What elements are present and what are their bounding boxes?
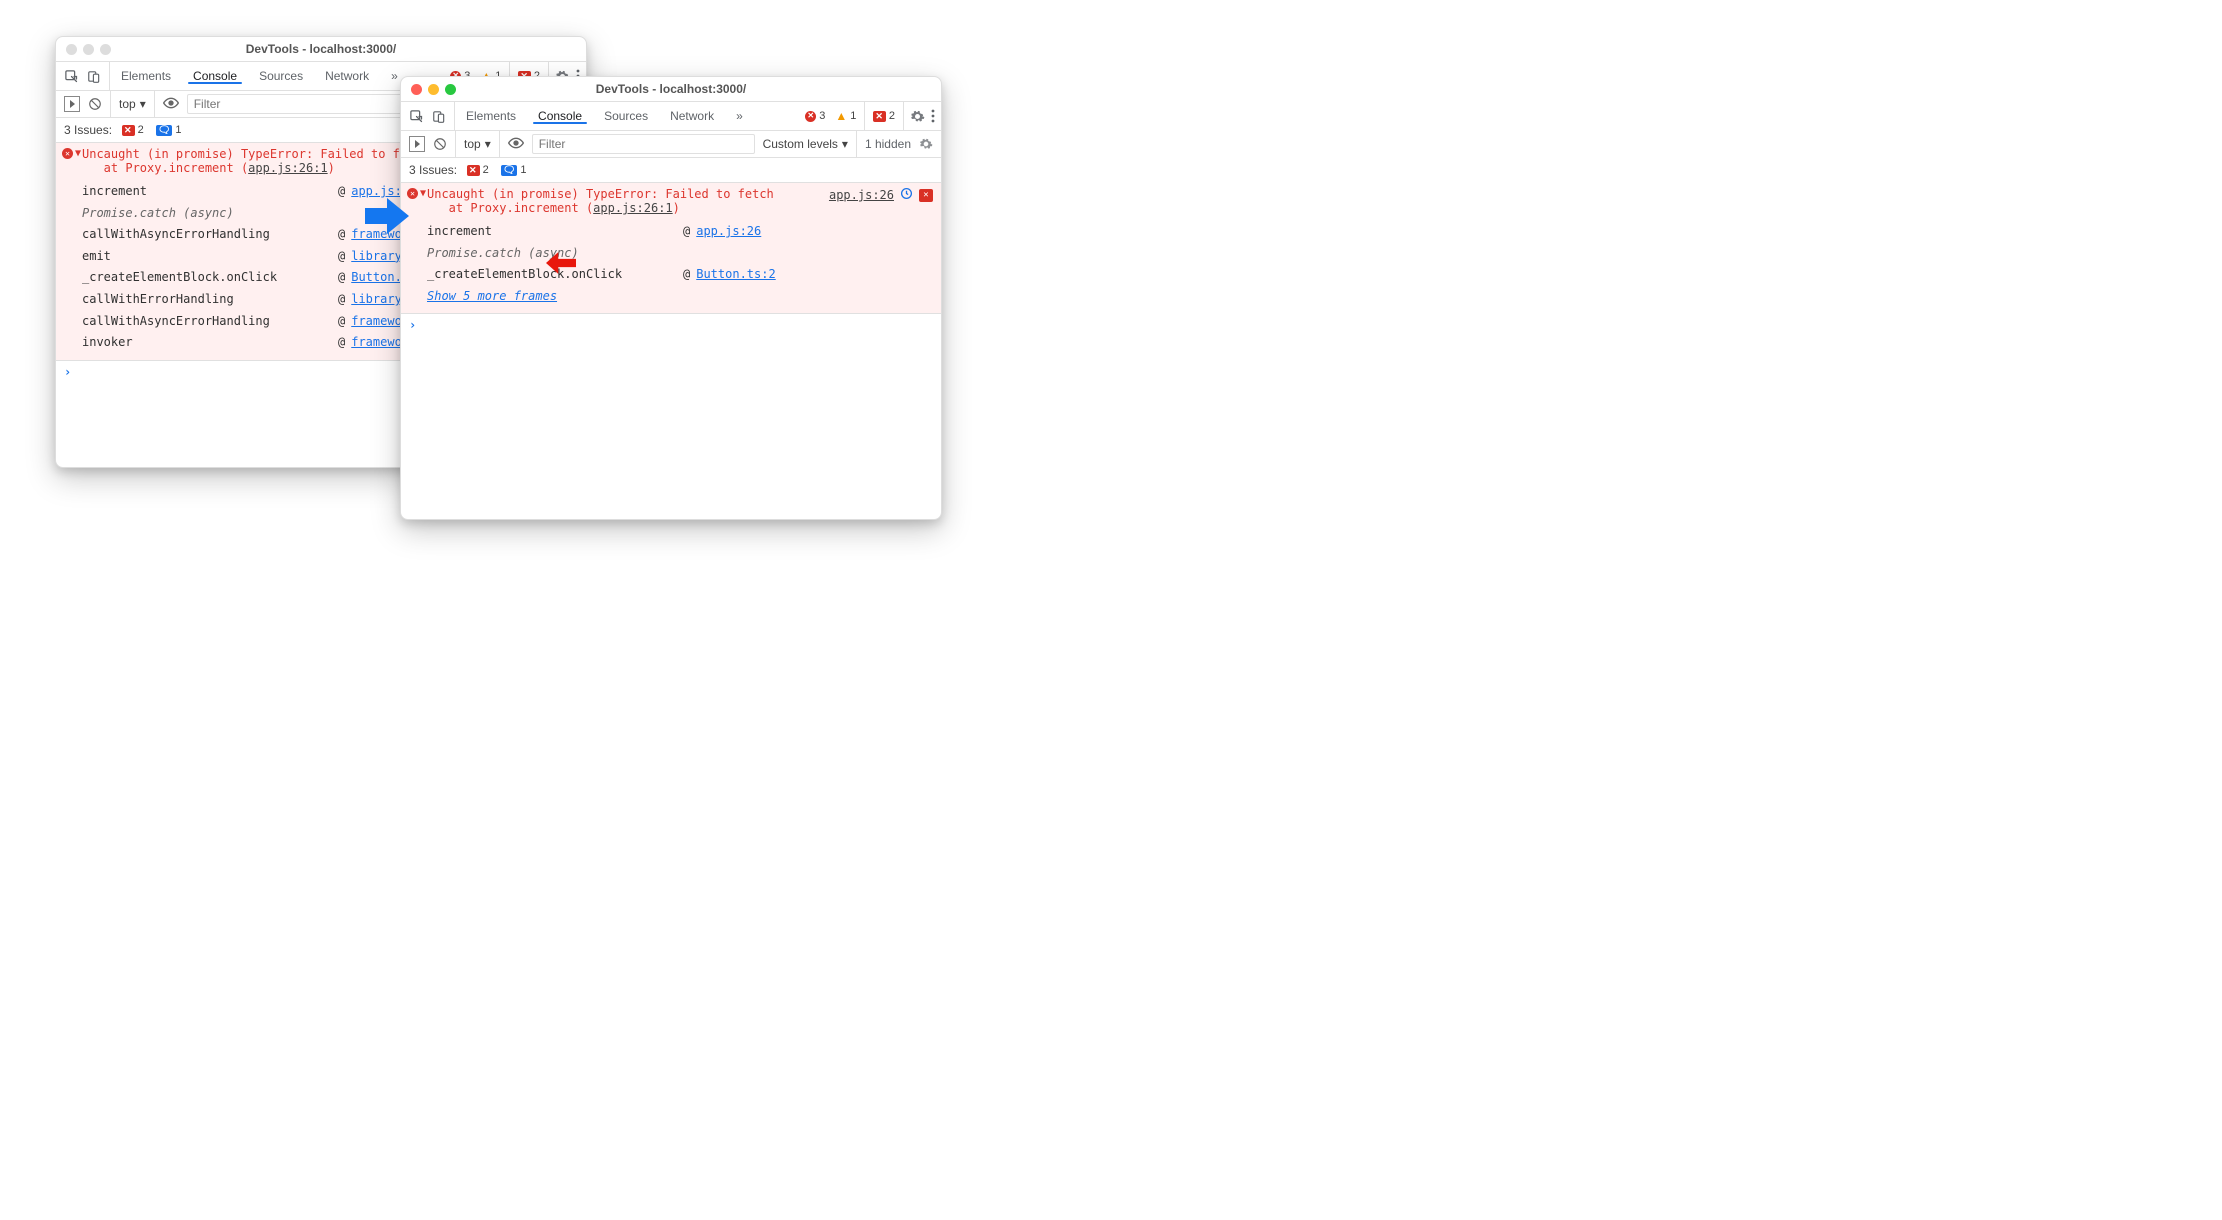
gear-icon[interactable] xyxy=(910,109,925,124)
device-toggle-icon[interactable] xyxy=(432,109,446,124)
disclosure-triangle[interactable]: ▼ xyxy=(420,188,426,199)
frame-at: @ xyxy=(683,221,690,243)
error-icon: ✕ xyxy=(407,188,418,199)
frame-function: _createElementBlock.onClick xyxy=(82,267,332,289)
inspect-icon[interactable] xyxy=(64,69,79,84)
frame-function: callWithAsyncErrorHandling xyxy=(82,224,332,246)
context-selector[interactable]: top▾ xyxy=(464,137,491,151)
reload-icon[interactable] xyxy=(900,187,913,203)
frame-function: increment xyxy=(82,181,332,203)
source-link[interactable]: app.js:26:1 xyxy=(248,161,327,175)
error-icon: ✕ xyxy=(62,148,73,159)
tab-elements[interactable]: Elements xyxy=(455,109,527,123)
issue-count-err: 2 xyxy=(138,124,144,136)
frame-at: @ xyxy=(338,332,345,354)
window-controls[interactable] xyxy=(56,44,136,55)
tab-network[interactable]: Network xyxy=(659,109,725,123)
live-expression-icon[interactable] xyxy=(163,97,179,112)
frame-at: @ xyxy=(683,264,690,286)
disclosure-triangle[interactable]: ▼ xyxy=(75,148,81,159)
issue-count-err: 2 xyxy=(483,164,489,176)
device-toggle-icon[interactable] xyxy=(87,69,101,84)
clear-console-icon[interactable] xyxy=(88,97,102,111)
issue-count-msg: 1 xyxy=(175,124,181,136)
window-controls[interactable] xyxy=(401,84,481,95)
frame-at: @ xyxy=(338,311,345,333)
filter-input[interactable] xyxy=(532,134,755,154)
traffic-dot xyxy=(83,44,94,55)
hidden-count[interactable]: 1 hidden xyxy=(865,137,911,151)
tab-sources[interactable]: Sources xyxy=(593,109,659,123)
close-icon[interactable] xyxy=(411,84,422,95)
frame-at: @ xyxy=(338,246,345,268)
source-link[interactable]: app.js:26 xyxy=(829,188,894,202)
live-expression-icon[interactable] xyxy=(508,137,524,152)
frame-at: @ xyxy=(338,267,345,289)
traffic-dot xyxy=(100,44,111,55)
frame-at: @ xyxy=(338,224,345,246)
issues-label: 3 Issues: xyxy=(409,163,457,177)
error-message: ✕ ▼ app.js:26 ✕ Uncaught (in promise) Ty… xyxy=(401,183,941,314)
frame-source-link[interactable]: Button.ts:2 xyxy=(696,264,775,286)
context-selector[interactable]: top▾ xyxy=(119,97,146,111)
tab-console[interactable]: Console xyxy=(182,69,248,83)
tab-elements[interactable]: Elements xyxy=(110,69,182,83)
show-more-frames-link[interactable]: Show 5 more frames xyxy=(427,286,935,308)
clear-console-icon[interactable] xyxy=(433,137,447,151)
frame-function: callWithErrorHandling xyxy=(82,289,332,311)
console-output: ✕ ▼ app.js:26 ✕ Uncaught (in promise) Ty… xyxy=(401,183,941,519)
window-title: DevTools - localhost:3000/ xyxy=(401,82,941,96)
frame-function: Promise.catch (async) xyxy=(82,203,234,225)
console-filter-bar: top▾ Custom levels▾ 1 hidden xyxy=(401,131,941,158)
issue-count-msg: 1 xyxy=(520,164,526,176)
tab-network[interactable]: Network xyxy=(314,69,380,83)
toggle-console-drawer-icon[interactable] xyxy=(64,96,80,112)
toggle-console-drawer-icon[interactable] xyxy=(409,136,425,152)
frame-at: @ xyxy=(338,181,345,203)
zoom-icon[interactable] xyxy=(445,84,456,95)
tab-console[interactable]: Console xyxy=(527,109,593,123)
stack-frame: increment @ app.js:26 xyxy=(427,221,935,243)
frame-at: @ xyxy=(338,289,345,311)
tab-sources[interactable]: Sources xyxy=(248,69,314,83)
error-counter[interactable]: ✕3 xyxy=(803,110,827,122)
panel-tabs: Elements Console Sources Network » ✕3 ▲1… xyxy=(401,102,941,131)
issue-badge-icon[interactable]: ✕ xyxy=(919,189,933,202)
issues-label: 3 Issues: xyxy=(64,123,112,137)
console-prompt[interactable]: › xyxy=(401,314,941,336)
minimize-icon[interactable] xyxy=(428,84,439,95)
counter-value: 3 xyxy=(819,110,825,122)
frame-source-link[interactable]: app.js:26 xyxy=(696,221,761,243)
frame-function: increment xyxy=(427,221,677,243)
counter-value: 2 xyxy=(889,110,895,122)
frame-function: Promise.catch (async) xyxy=(427,243,579,265)
stack-trace: increment @ app.js:26 Promise.catch (async… xyxy=(427,221,935,286)
devtools-window-right: DevTools - localhost:3000/ Elements Cons… xyxy=(400,76,942,520)
titlebar: DevTools - localhost:3000/ xyxy=(56,37,586,62)
gear-icon[interactable] xyxy=(919,137,933,151)
log-levels-dropdown[interactable]: Custom levels▾ xyxy=(763,137,848,151)
warning-counter[interactable]: ▲1 xyxy=(833,109,858,123)
stack-frame: Promise.catch (async) xyxy=(427,243,935,265)
traffic-dot xyxy=(66,44,77,55)
frame-function: invoker xyxy=(82,332,332,354)
frame-function: emit xyxy=(82,246,332,268)
stack-frame: _createElementBlock.onClick @ Button.ts:2 xyxy=(427,264,935,286)
source-link[interactable]: app.js:26:1 xyxy=(593,201,672,215)
frame-function: _createElementBlock.onClick xyxy=(427,264,677,286)
titlebar: DevTools - localhost:3000/ xyxy=(401,77,941,102)
inspect-icon[interactable] xyxy=(409,109,424,124)
counter-value: 1 xyxy=(850,110,856,122)
issues-flag-counter[interactable]: ✕2 xyxy=(871,110,897,122)
frame-function: callWithAsyncErrorHandling xyxy=(82,311,332,333)
tab-overflow[interactable]: » xyxy=(725,109,754,123)
issues-bar[interactable]: 3 Issues: ✕2 🗨1 xyxy=(401,158,941,183)
kebab-icon[interactable] xyxy=(931,109,935,123)
